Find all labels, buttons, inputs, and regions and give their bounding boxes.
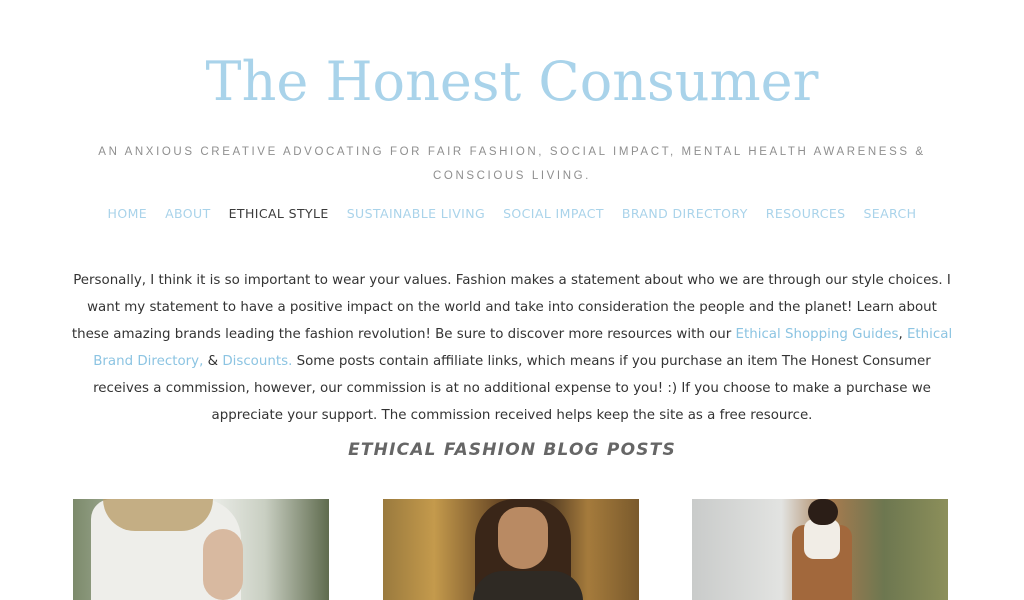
face-photo-shape <box>498 507 548 569</box>
blog-post-thumbnail[interactable] <box>383 499 639 600</box>
nav-item-about[interactable]: ABOUT <box>165 206 211 221</box>
intro-separator-2: & <box>203 354 223 370</box>
nav-item-resources[interactable]: RESOURCES <box>766 206 846 221</box>
arm-photo-shape <box>203 529 243 600</box>
sweater-photo-shape <box>473 571 583 600</box>
nav-item-social-impact[interactable]: SOCIAL IMPACT <box>503 206 604 221</box>
blog-post-thumbnail[interactable] <box>692 499 948 600</box>
nav-item-sustainable-living[interactable]: SUSTAINABLE LIVING <box>347 206 485 221</box>
nav-item-search[interactable]: SEARCH <box>863 206 916 221</box>
discounts-link[interactable]: Discounts. <box>222 354 292 369</box>
shirt-photo-shape <box>804 519 840 559</box>
blog-posts-heading: ETHICAL FASHION BLOG POSTS <box>348 440 676 460</box>
main-nav: HOME ABOUT ETHICAL STYLE SUSTAINABLE LIV… <box>0 206 1024 221</box>
nav-item-brand-directory[interactable]: BRAND DIRECTORY <box>622 206 748 221</box>
nav-item-ethical-style[interactable]: ETHICAL STYLE <box>229 206 329 221</box>
site-tagline: AN ANXIOUS CREATIVE ADVOCATING FOR FAIR … <box>98 146 926 182</box>
head-photo-shape <box>808 499 838 525</box>
intro-paragraph: Personally, I think it is so important t… <box>70 267 954 429</box>
intro-separator-1: , <box>898 327 907 343</box>
nav-item-home[interactable]: HOME <box>108 206 148 221</box>
site-title[interactable]: The Honest Consumer <box>0 44 1024 120</box>
hair-photo-shape <box>103 499 213 531</box>
blog-post-thumbnail[interactable] <box>73 499 329 600</box>
ethical-shopping-guides-link[interactable]: Ethical Shopping Guides <box>736 327 899 342</box>
